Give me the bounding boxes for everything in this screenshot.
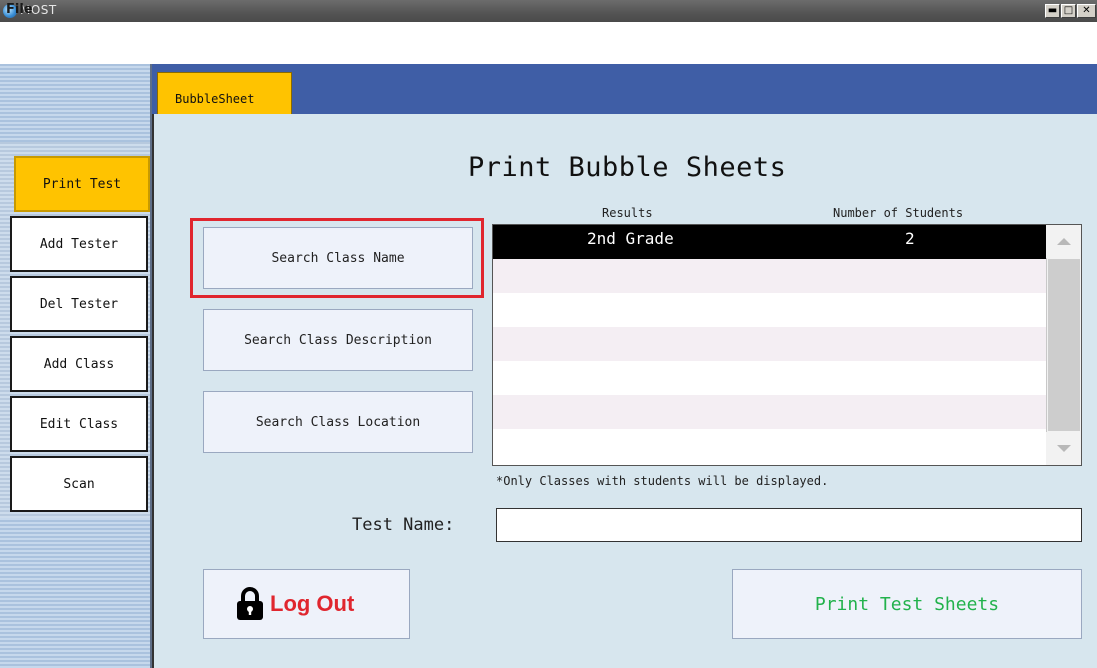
test-name-label: Test Name:: [352, 515, 455, 535]
table-row-empty: [493, 429, 1049, 463]
sidebar-item-scan[interactable]: Scan: [10, 456, 148, 512]
sidebar-item-label: Del Tester: [39, 296, 119, 312]
print-label: Print Test Sheets: [814, 593, 1000, 615]
sidebar-item-edit-class[interactable]: Edit Class: [10, 396, 148, 452]
menu-bar: [0, 22, 1097, 64]
table-row-empty: [493, 395, 1049, 429]
scroll-down-arrow-icon[interactable]: [1046, 432, 1081, 465]
table-row-empty: [493, 259, 1049, 293]
sidebar-item-print-test[interactable]: Print Test: [14, 156, 150, 212]
student-count-cell: 2: [905, 229, 915, 248]
sidebar-item-del-tester[interactable]: Del Tester: [10, 276, 148, 332]
print-test-sheets-button[interactable]: Print Test Sheets: [732, 569, 1082, 639]
selection-highlight: [190, 218, 484, 298]
sidebar-item-add-class[interactable]: Add Class: [10, 336, 148, 392]
title-bar: [0, 0, 1097, 22]
lock-icon: [237, 587, 263, 620]
sidebar-item-label: Add Class: [43, 356, 115, 372]
column-header-results: Results: [602, 206, 653, 220]
button-label: Search Class Description: [244, 332, 432, 348]
results-list[interactable]: 2nd Grade 2: [492, 224, 1082, 466]
logout-label: Log Out: [270, 591, 355, 616]
scroll-up-arrow-icon[interactable]: [1046, 225, 1081, 258]
logout-button[interactable]: Log Out: [203, 569, 410, 639]
table-row-empty: [493, 361, 1049, 395]
table-row-empty: [493, 327, 1049, 361]
page-title: Print Bubble Sheets: [468, 152, 787, 183]
button-label: Search Class Location: [255, 414, 421, 430]
sidebar-item-label: Print Test: [42, 176, 122, 192]
test-name-input[interactable]: [496, 508, 1082, 542]
sidebar-item-label: Add Tester: [39, 236, 119, 252]
maximize-button[interactable]: □: [1061, 4, 1076, 18]
close-button[interactable]: ✕: [1077, 4, 1096, 18]
column-header-students: Number of Students: [833, 206, 964, 220]
table-row[interactable]: 2nd Grade 2: [493, 225, 1049, 259]
tab-bubblesheet[interactable]: BubbleSheet: [157, 72, 292, 115]
menu-file[interactable]: File: [6, 2, 33, 17]
sidebar-item-label: Edit Class: [39, 416, 119, 432]
results-note: *Only Classes with students will be disp…: [496, 474, 829, 488]
class-name-cell: 2nd Grade: [587, 229, 674, 248]
sidebar-item-add-tester[interactable]: Add Tester: [10, 216, 148, 272]
search-class-description-button[interactable]: Search Class Description: [203, 309, 473, 371]
sidebar-item-label: Scan: [63, 476, 95, 492]
tab-strip: [152, 64, 1097, 114]
search-class-location-button[interactable]: Search Class Location: [203, 391, 473, 453]
table-row-empty: [493, 293, 1049, 327]
minimize-button[interactable]: ▬: [1045, 4, 1060, 18]
scroll-thumb[interactable]: [1048, 259, 1080, 431]
